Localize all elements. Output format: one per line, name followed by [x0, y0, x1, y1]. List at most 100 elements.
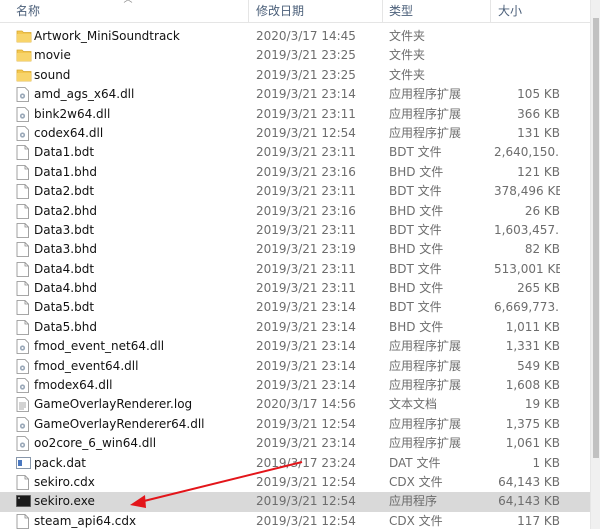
file-row[interactable]: Data1.bhd 2019/3/21 23:16 BHD 文件 121 KB	[0, 163, 590, 182]
dat-file-icon	[16, 456, 31, 471]
file-row[interactable]: codex64.dll 2019/3/21 12:54 应用程序扩展 131 KB	[0, 124, 590, 143]
scrollbar-thumb[interactable]	[593, 18, 599, 458]
folder-icon	[16, 48, 32, 63]
file-size: 1 KB	[532, 455, 560, 470]
file-row[interactable]: amd_ags_x64.dll 2019/3/21 23:14 应用程序扩展 105 …	[0, 85, 590, 104]
file-size	[494, 66, 560, 85]
file-name: fmodex64.dll	[34, 378, 113, 393]
file-type: 文件夹	[389, 29, 426, 43]
file-name: Data2.bhd	[34, 203, 97, 218]
file-name: fmod_event64.dll	[34, 358, 139, 373]
file-name: Data4.bdt	[34, 261, 95, 276]
file-name: Data1.bhd	[34, 164, 97, 179]
file-modified-date: 2019/3/21 12:54	[256, 513, 356, 528]
column-header-name[interactable]: 名称	[16, 0, 40, 22]
file-row[interactable]: fmodex64.dll 2019/3/21 23:14 应用程序扩展 1,608 K…	[0, 376, 590, 395]
file-row[interactable]: Data5.bhd 2019/3/21 23:14 BHD 文件 1,011 KB	[0, 318, 590, 337]
file-modified-date: 2019/3/21 23:19	[256, 242, 356, 257]
file-modified-date: 2020/3/17 14:56	[256, 397, 356, 412]
file-row[interactable]: sekiro.cdx 2019/3/21 12:54 CDX 文件 64,143 KB	[0, 473, 590, 492]
file-size: 378,496 KB	[494, 184, 560, 199]
column-header-size[interactable]: 大小	[498, 0, 522, 22]
file-name: amd_ags_x64.dll	[34, 87, 135, 102]
file-icon	[16, 223, 30, 238]
file-name: bink2w64.dll	[34, 106, 111, 121]
file-size: 105 KB	[517, 87, 560, 102]
file-type: CDX 文件	[389, 513, 443, 528]
file-row[interactable]: Artwork_MiniSoundtrack 2020/3/17 14:45 文件夹	[0, 27, 590, 46]
file-row[interactable]: Data2.bhd 2019/3/21 23:16 BHD 文件 26 KB	[0, 202, 590, 221]
file-type: 文本文档	[389, 397, 438, 412]
column-divider[interactable]	[490, 0, 491, 22]
file-size: 117 KB	[517, 513, 560, 528]
file-icon	[16, 281, 30, 296]
column-divider[interactable]	[248, 0, 249, 22]
vertical-scrollbar[interactable]	[590, 0, 600, 529]
file-row[interactable]: Data3.bhd 2019/3/21 23:19 BHD 文件 82 KB	[0, 240, 590, 259]
file-size: 513,001 KB	[494, 261, 560, 276]
file-type: CDX 文件	[389, 474, 443, 489]
file-name: sekiro.cdx	[34, 474, 95, 489]
file-row[interactable]: Data4.bhd 2019/3/21 23:11 BHD 文件 265 KB	[0, 279, 590, 298]
file-name: fmod_event_net64.dll	[34, 339, 165, 354]
column-header-type[interactable]: 类型	[389, 0, 413, 22]
file-size: 265 KB	[517, 281, 560, 296]
file-type: 应用程序扩展	[389, 378, 462, 393]
file-row[interactable]: steam_api64.cdx 2019/3/21 12:54 CDX 文件 117 …	[0, 512, 590, 531]
file-size: 2,640,150...	[494, 145, 560, 160]
file-row[interactable]: fmod_event_net64.dll 2019/3/21 23:14 应用程序扩…	[0, 337, 590, 356]
file-size: 1,608 KB	[505, 378, 560, 393]
file-row[interactable]: Data2.bdt 2019/3/21 23:11 BDT 文件 378,496 KB	[0, 182, 590, 201]
file-icon	[16, 184, 30, 200]
file-name: oo2core_6_win64.dll	[34, 436, 157, 451]
file-size: 1,331 KB	[505, 339, 560, 354]
file-modified-date: 2019/3/21 23:14	[256, 358, 356, 373]
column-header-bar: ︿ 名称 修改日期 类型 大小	[0, 0, 590, 23]
file-row[interactable]: sound 2019/3/21 23:25 文件夹	[0, 66, 590, 85]
folder-icon	[16, 29, 32, 44]
file-type: 文件夹	[389, 67, 426, 82]
file-size: 64,143 KB	[498, 494, 560, 509]
file-row[interactable]: Data3.bdt 2019/3/21 23:11 BDT 文件 1,603,457.…	[0, 221, 590, 240]
file-row[interactable]: Data4.bdt 2019/3/21 23:11 BDT 文件 513,001 KB	[0, 260, 590, 279]
file-size: 366 KB	[517, 106, 560, 121]
file-type: BHD 文件	[389, 242, 444, 257]
dll-icon	[16, 358, 30, 374]
file-modified-date: 2019/3/21 23:11	[256, 145, 356, 160]
file-size	[494, 46, 560, 65]
file-row[interactable]: oo2core_6_win64.dll 2019/3/21 23:14 应用程序扩展…	[0, 434, 590, 453]
file-type: BHD 文件	[389, 203, 444, 218]
file-type: BDT 文件	[389, 184, 442, 199]
file-row[interactable]: Data1.bdt 2019/3/21 23:11 BDT 文件 2,640,150.…	[0, 143, 590, 162]
file-modified-date: 2019/3/21 23:25	[256, 48, 356, 63]
file-row[interactable]: GameOverlayRenderer.log 2020/3/17 14:56 文本…	[0, 395, 590, 414]
file-icon	[16, 242, 30, 258]
file-list: Artwork_MiniSoundtrack 2020/3/17 14:45 文件夹…	[0, 27, 590, 531]
file-modified-date: 2019/3/21 12:54	[256, 494, 356, 509]
file-modified-date: 2019/3/21 23:14	[256, 378, 356, 393]
file-name: GameOverlayRenderer64.dll	[34, 416, 205, 431]
dll-icon	[16, 378, 30, 393]
file-row[interactable]: sekiro.exe 2019/3/21 12:54 应用程序 64,143 KB	[0, 492, 590, 512]
file-modified-date: 2019/3/21 23:11	[256, 106, 356, 121]
file-icon	[16, 261, 30, 277]
file-row[interactable]: movie 2019/3/21 23:25 文件夹	[0, 46, 590, 65]
file-type: 应用程序扩展	[389, 125, 462, 140]
file-row[interactable]: fmod_event64.dll 2019/3/21 23:14 应用程序扩展 549…	[0, 357, 590, 376]
file-explorer: ︿ 名称 修改日期 类型 大小 Artwork_MiniSoundtrack 20…	[0, 0, 600, 529]
file-modified-date: 2019/3/21 12:54	[256, 125, 356, 140]
file-type: BHD 文件	[389, 164, 444, 179]
file-row[interactable]: pack.dat 2019/3/17 23:24 DAT 文件 1 KB	[0, 454, 590, 473]
file-row[interactable]: bink2w64.dll 2019/3/21 23:11 应用程序扩展 366 KB	[0, 105, 590, 124]
dll-icon	[16, 339, 30, 355]
file-name: Data5.bdt	[34, 300, 95, 315]
file-row[interactable]: GameOverlayRenderer64.dll 2019/3/21 12:54…	[0, 415, 590, 434]
column-divider[interactable]	[382, 0, 383, 22]
column-header-modified[interactable]: 修改日期	[256, 0, 304, 22]
file-icon	[16, 475, 30, 490]
file-row[interactable]: Data5.bdt 2019/3/21 23:14 BDT 文件 6,669,773.…	[0, 298, 590, 317]
file-modified-date: 2019/3/21 23:14	[256, 339, 356, 354]
file-modified-date: 2019/3/21 23:16	[256, 203, 356, 218]
file-size: 1,375 KB	[505, 416, 560, 431]
dll-icon	[16, 106, 30, 122]
